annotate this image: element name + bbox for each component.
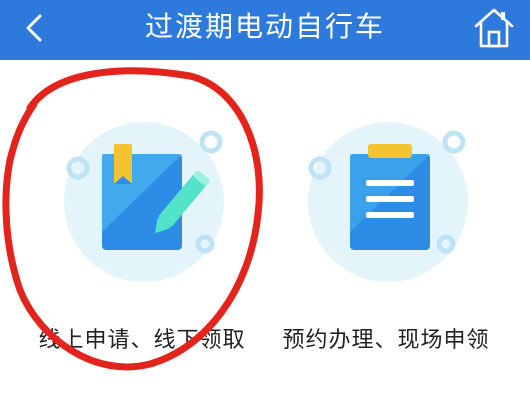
clipboard-list-icon	[308, 122, 468, 282]
page-title: 过渡期电动自行车	[144, 10, 385, 43]
option-online-apply[interactable]: 线上申请、线下领取	[22, 112, 262, 372]
option-appointment[interactable]: 预约办理、现场申领	[266, 112, 506, 372]
home-icon	[474, 8, 514, 48]
back-button[interactable]	[18, 6, 58, 50]
page: 过渡期电动自行车 线上申请、线下领取 预约办理、现场申领	[0, 0, 530, 402]
option-online-apply-label: 线上申请、线下领取	[38, 328, 246, 353]
chevron-left-icon	[26, 14, 42, 42]
home-button[interactable]	[472, 4, 516, 50]
edit-note-icon	[64, 122, 224, 282]
option-appointment-label: 预约办理、现场申领	[282, 328, 490, 353]
header-bar: 过渡期电动自行车	[0, 0, 530, 60]
